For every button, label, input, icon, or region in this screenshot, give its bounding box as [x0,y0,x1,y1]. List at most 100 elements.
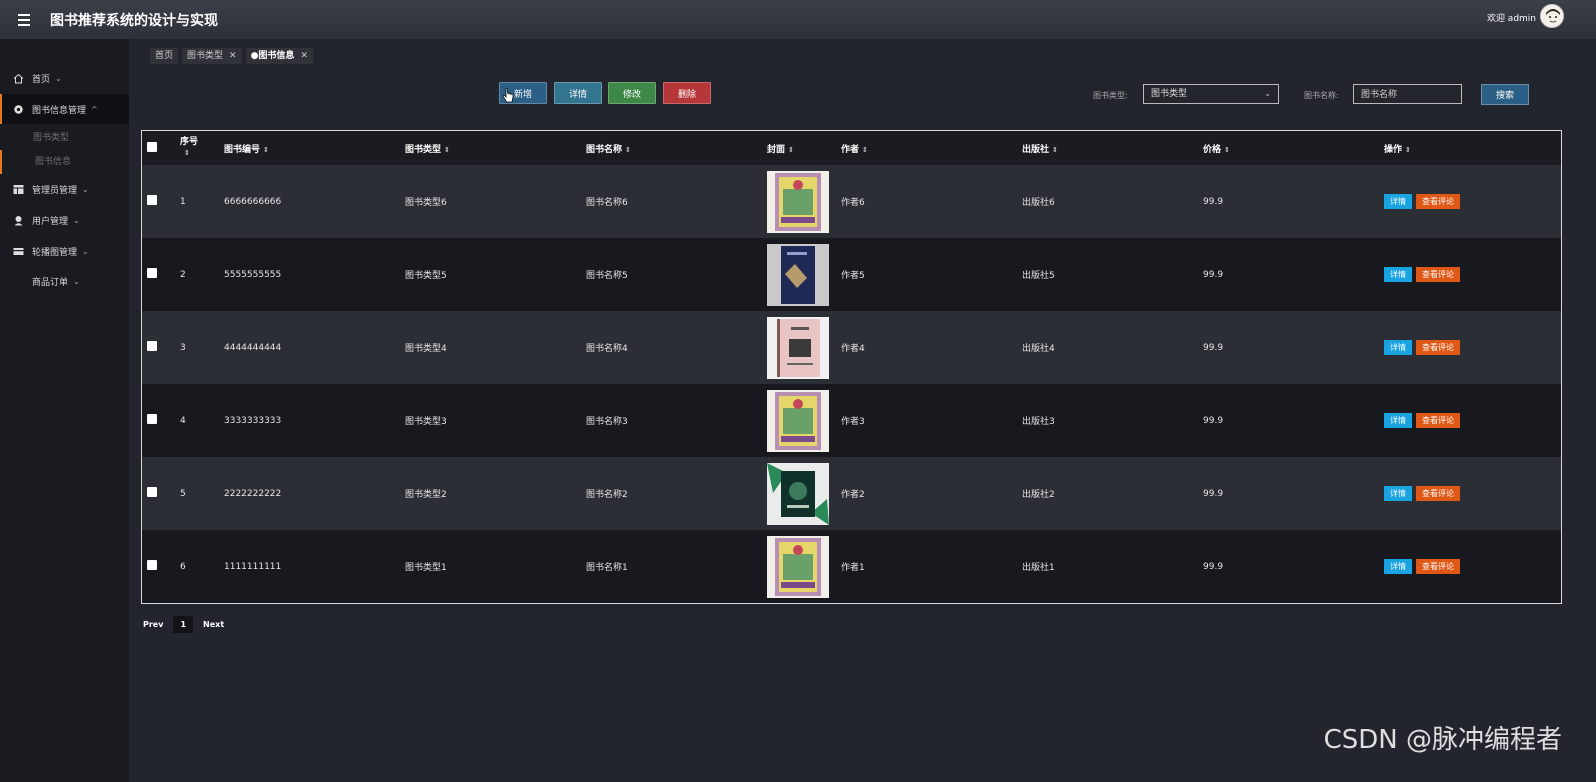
cell-publisher: 出版社4 [1022,311,1203,384]
cell-index: 1 [180,165,224,238]
cell-cover [767,457,841,530]
sidebar-item-users[interactable]: 用户管理 ⌄ [0,205,129,235]
book-cover-image [767,243,841,306]
sidebar-item-label: 用户管理 [32,216,69,227]
cell-price: 99.9 [1203,530,1384,603]
cell-price: 99.9 [1203,238,1384,311]
row-checkbox[interactable] [147,195,157,205]
row-review-button[interactable]: 查看评论 [1416,486,1460,501]
chevron-down-icon: ⌄ [82,184,89,194]
table-header-row: 序号 ⇕ 图书编号 ⇕ 图书类型 ⇕ 图书名称 ⇕ 封面 ⇕ 作者 ⇕ 出版社 ⇕ 价格 ⇕ 操… [142,131,1561,165]
column-header-type[interactable]: 图书类型 ⇕ [405,131,586,165]
row-review-button[interactable]: 查看评论 [1416,559,1460,574]
book-table: 序号 ⇕ 图书编号 ⇕ 图书类型 ⇕ 图书名称 ⇕ 封面 ⇕ 作者 ⇕ 出版社 ⇕ 价格 ⇕ 操… [141,130,1562,604]
sidebar-item-admin[interactable]: 管理员管理 ⌄ [0,174,129,204]
sidebar-item-home[interactable]: 首页 ⌄ [0,63,129,93]
cell-index: 4 [180,384,224,457]
row-review-button[interactable]: 查看评论 [1416,340,1460,355]
column-header-code[interactable]: 图书编号 ⇕ [224,131,405,165]
row-review-button[interactable]: 查看评论 [1416,413,1460,428]
breadcrumb-tabs: 首页 图书类型 ✕ ●图书信息 ✕ [150,48,313,64]
cell-publisher: 出版社2 [1022,457,1203,530]
book-name-input[interactable] [1353,84,1462,104]
menu-toggle-icon[interactable] [18,13,44,26]
cell-type: 图书类型1 [405,530,586,603]
table-icon [13,184,24,195]
cell-author: 作者4 [841,311,1022,384]
column-header-price[interactable]: 价格 ⇕ [1203,131,1384,165]
name-filter-label: 图书名称: [1304,91,1339,100]
sidebar-item-label: 图书信息管理 [32,105,87,116]
delete-button[interactable]: 删除 [663,82,711,104]
column-header-name[interactable]: 图书名称 ⇕ [586,131,767,165]
cell-author: 作者6 [841,165,1022,238]
sidebar-sub-book-type[interactable]: 图书类型 [0,126,129,150]
row-detail-button[interactable]: 详情 [1384,559,1412,574]
row-detail-button[interactable]: 详情 [1384,340,1412,355]
column-header-cover[interactable]: 封面 ⇕ [767,131,841,165]
cell-code: 2222222222 [224,457,405,530]
edit-button[interactable]: 修改 [608,82,656,104]
cell-actions: 详情 查看评论 [1384,165,1561,238]
cell-price: 99.9 [1203,165,1384,238]
cell-actions: 详情 查看评论 [1384,384,1561,457]
row-review-button[interactable]: 查看评论 [1416,194,1460,209]
column-header-author[interactable]: 作者 ⇕ [841,131,1022,165]
cell-cover [767,165,841,238]
sidebar-item-label: 首页 [32,74,51,85]
cell-publisher: 出版社5 [1022,238,1203,311]
prev-page-button[interactable]: Prev [141,617,165,632]
page-1-button[interactable]: 1 [173,616,194,633]
detail-button[interactable]: 详情 [554,82,602,104]
row-checkbox[interactable] [147,268,157,278]
book-cover-image [767,389,841,452]
cell-price: 99.9 [1203,384,1384,457]
cell-author: 作者5 [841,238,1022,311]
cell-name: 图书名称2 [586,457,767,530]
cell-type: 图书类型6 [405,165,586,238]
cell-cover [767,238,841,311]
tab-book-type[interactable]: 图书类型 ✕ [182,48,242,64]
row-detail-button[interactable]: 详情 [1384,413,1412,428]
row-detail-button[interactable]: 详情 [1384,486,1412,501]
table-row: 5 2222222222 图书类型2 图书名称2 作者2 出版社2 99.9 详情 查看评论 [142,457,1561,530]
cell-actions: 详情 查看评论 [1384,311,1561,384]
search-button[interactable]: 搜索 [1481,84,1529,105]
sidebar-item-carousel[interactable]: 轮播图管理 ⌄ [0,236,129,266]
book-type-select[interactable]: 图书类型 ⌄ [1143,84,1279,104]
cell-index: 3 [180,311,224,384]
row-checkbox[interactable] [147,341,157,351]
cell-code: 6666666666 [224,165,405,238]
book-cover-image [767,535,841,598]
close-icon[interactable]: ✕ [300,48,308,64]
chevron-down-icon: ⌄ [82,246,89,256]
cell-publisher: 出版社1 [1022,530,1203,603]
row-checkbox[interactable] [147,560,157,570]
row-checkbox[interactable] [147,487,157,497]
user-icon [13,215,24,226]
tab-book-info[interactable]: ●图书信息 ✕ [245,48,313,64]
home-icon [13,73,24,84]
app-title: 图书推荐系统的设计与实现 [50,12,218,29]
sidebar-sub-book-info[interactable]: 图书信息 [0,150,129,174]
cell-publisher: 出版社3 [1022,384,1203,457]
card-icon [13,246,24,257]
sidebar-item-book-info[interactable]: 图书信息管理 ^ [0,94,129,124]
cell-index: 2 [180,238,224,311]
column-header-index[interactable]: 序号 ⇕ [180,131,224,165]
tab-home[interactable]: 首页 [150,48,179,64]
row-review-button[interactable]: 查看评论 [1416,267,1460,282]
sidebar-item-orders[interactable]: 商品订单 ⌄ [0,266,129,296]
row-detail-button[interactable]: 详情 [1384,267,1412,282]
cell-actions: 详情 查看评论 [1384,457,1561,530]
chevron-down-icon: ⌄ [73,276,80,286]
next-page-button[interactable]: Next [201,617,226,632]
select-all-checkbox[interactable] [147,141,157,152]
column-header-publisher[interactable]: 出版社 ⇕ [1022,131,1203,165]
row-checkbox[interactable] [147,414,157,424]
avatar[interactable] [1540,4,1564,28]
close-icon[interactable]: ✕ [229,48,237,64]
column-header-actions[interactable]: 操作 ⇕ [1384,131,1561,165]
hand-cursor-icon [502,88,514,103]
row-detail-button[interactable]: 详情 [1384,194,1412,209]
